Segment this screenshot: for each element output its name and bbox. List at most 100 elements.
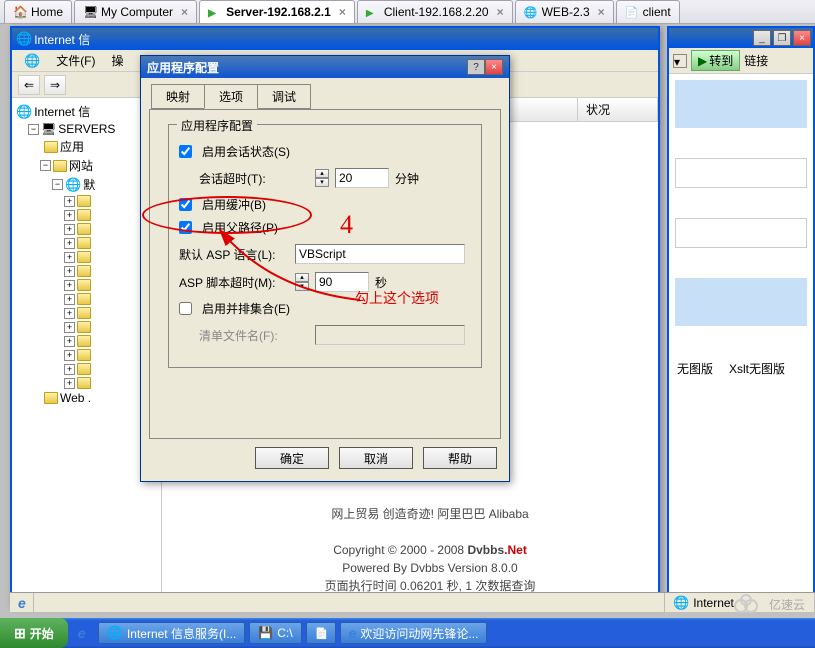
start-button[interactable]: 开始 — [0, 618, 68, 648]
folder-icon — [44, 392, 58, 404]
tab-debug[interactable]: 调试 — [257, 84, 311, 109]
cancel-button[interactable]: 取消 — [339, 447, 413, 469]
content-row — [675, 218, 807, 248]
iis-titlebar[interactable]: Internet 信 — [12, 28, 658, 50]
tree-toggle[interactable]: + — [64, 350, 75, 361]
tab-options[interactable]: 选项 — [204, 84, 258, 109]
task-explorer[interactable]: C:\ — [249, 622, 301, 644]
brand-suffix: .Net — [504, 543, 527, 557]
watermark-text: 亿速云 — [769, 596, 805, 613]
folder-icon — [77, 251, 91, 263]
dialog-titlebar[interactable]: 应用程序配置 ? × — [141, 56, 509, 78]
script-spinner[interactable]: ▴▾ — [295, 273, 309, 291]
manifest-input — [315, 325, 465, 345]
close-button[interactable]: × — [485, 59, 503, 75]
close-icon[interactable]: × — [497, 5, 504, 19]
tree-toggle[interactable]: − — [28, 124, 39, 135]
asp-lang-label: 默认 ASP 语言(L): — [179, 246, 289, 263]
tree-toggle[interactable]: + — [64, 364, 75, 375]
tab-mapping[interactable]: 映射 — [151, 84, 205, 109]
close-icon[interactable]: × — [598, 5, 605, 19]
folder-icon — [77, 321, 91, 333]
close-button[interactable]: × — [793, 30, 811, 46]
enable-buffer-checkbox[interactable] — [179, 198, 192, 211]
footer-copyright: Copyright © 2000 - 2008 Dvbbs.Net — [280, 541, 580, 559]
enable-session-checkbox[interactable] — [179, 145, 192, 158]
tab-client2[interactable]: client — [616, 0, 680, 23]
folder-icon — [44, 141, 58, 153]
browser-titlebar[interactable]: _ ❐ × — [669, 28, 813, 48]
minimize-button[interactable]: _ — [753, 30, 771, 46]
asp-lang-row: 默认 ASP 语言(L): — [179, 244, 471, 264]
link-noimage[interactable]: 无图版 — [677, 360, 713, 377]
tree-app[interactable]: 应用 — [60, 138, 84, 155]
page-icon — [315, 626, 329, 640]
tree-toggle[interactable]: + — [64, 336, 75, 347]
tab-web23[interactable]: WEB-2.3× — [515, 0, 614, 23]
go-button[interactable]: ▶转到 — [691, 50, 740, 71]
app-icon — [625, 5, 639, 19]
ok-button[interactable]: 确定 — [255, 447, 329, 469]
col-status[interactable]: 状况 — [578, 98, 658, 121]
task-label: 欢迎访问动网先锋论... — [360, 625, 478, 642]
link-xslt[interactable]: Xslt无图版 — [729, 360, 785, 377]
tree-toggle[interactable]: + — [64, 308, 75, 319]
tab-home[interactable]: Home — [4, 0, 72, 23]
task-ie[interactable]: 欢迎访问动网先锋论... — [340, 622, 488, 644]
task-iis[interactable]: Internet 信息服务(I... — [98, 622, 246, 644]
task-doc[interactable] — [306, 622, 336, 644]
tree-toggle[interactable]: + — [64, 210, 75, 221]
tree-toggle[interactable]: − — [52, 179, 63, 190]
session-timeout-row: 会话超时(T): ▴▾ 分钟 — [179, 168, 471, 188]
watermark: 亿速云 — [733, 594, 805, 614]
enable-parent-path-checkbox[interactable] — [179, 221, 192, 234]
script-timeout-input[interactable] — [315, 272, 369, 292]
restore-button[interactable]: ❐ — [773, 30, 791, 46]
tree-site[interactable]: 网站 — [69, 157, 93, 174]
dropdown-button[interactable]: ▾ — [673, 54, 687, 68]
back-button[interactable]: ⇐ — [18, 75, 40, 95]
links-row: 无图版 Xslt无图版 — [675, 356, 807, 381]
session-timeout-input[interactable] — [335, 168, 389, 188]
forward-button[interactable]: ⇒ — [44, 75, 66, 95]
menu-action[interactable]: 操 — [106, 50, 130, 71]
asp-lang-input[interactable] — [295, 244, 465, 264]
session-timeout-label: 会话超时(T): — [199, 170, 309, 187]
tree-toggle[interactable]: − — [40, 160, 51, 171]
tab-server[interactable]: Server-192.168.2.1× — [199, 0, 355, 23]
tree-toggle[interactable]: + — [64, 266, 75, 277]
folder-icon — [77, 363, 91, 375]
browser-toolbar: ▾ ▶转到 链接 — [669, 48, 813, 74]
tree-toggle[interactable]: + — [64, 252, 75, 263]
tab-my-computer[interactable]: My Computer× — [74, 0, 197, 23]
help-button[interactable]: 帮助 — [423, 447, 497, 469]
close-icon[interactable]: × — [339, 5, 346, 19]
tree-toggle[interactable]: + — [64, 224, 75, 235]
tree-toggle[interactable]: + — [64, 294, 75, 305]
globe-icon — [107, 625, 123, 641]
brand-name: Dvbbs — [467, 543, 504, 557]
dialog-title: 应用程序配置 — [147, 59, 467, 76]
menu-file[interactable]: 文件(F) — [50, 50, 101, 71]
ie-icon — [78, 625, 86, 641]
links-label[interactable]: 链接 — [744, 52, 768, 69]
tree-toggle[interactable]: + — [64, 378, 75, 389]
tree-server[interactable]: SERVERS — [58, 122, 115, 136]
tree-root[interactable]: Internet 信 — [34, 103, 90, 120]
ql-ie[interactable] — [72, 623, 92, 643]
help-button[interactable]: ? — [467, 59, 485, 75]
window-title: Internet 信 — [32, 31, 654, 48]
tree-toggle[interactable]: + — [64, 238, 75, 249]
tab-client1[interactable]: Client-192.168.2.20× — [357, 0, 513, 23]
tree-toggle[interactable]: + — [64, 196, 75, 207]
enable-sidebyside-checkbox[interactable] — [179, 302, 192, 315]
tree-toggle[interactable]: + — [64, 322, 75, 333]
tree-default-site[interactable]: 默 — [83, 176, 95, 193]
server-icon — [41, 122, 56, 136]
quick-launch — [68, 623, 96, 643]
session-spinner[interactable]: ▴▾ — [315, 169, 329, 187]
browser-content: 无图版 Xslt无图版 — [669, 74, 813, 387]
tree-web[interactable]: Web . — [60, 391, 91, 405]
close-icon[interactable]: × — [181, 5, 188, 19]
tree-toggle[interactable]: + — [64, 280, 75, 291]
